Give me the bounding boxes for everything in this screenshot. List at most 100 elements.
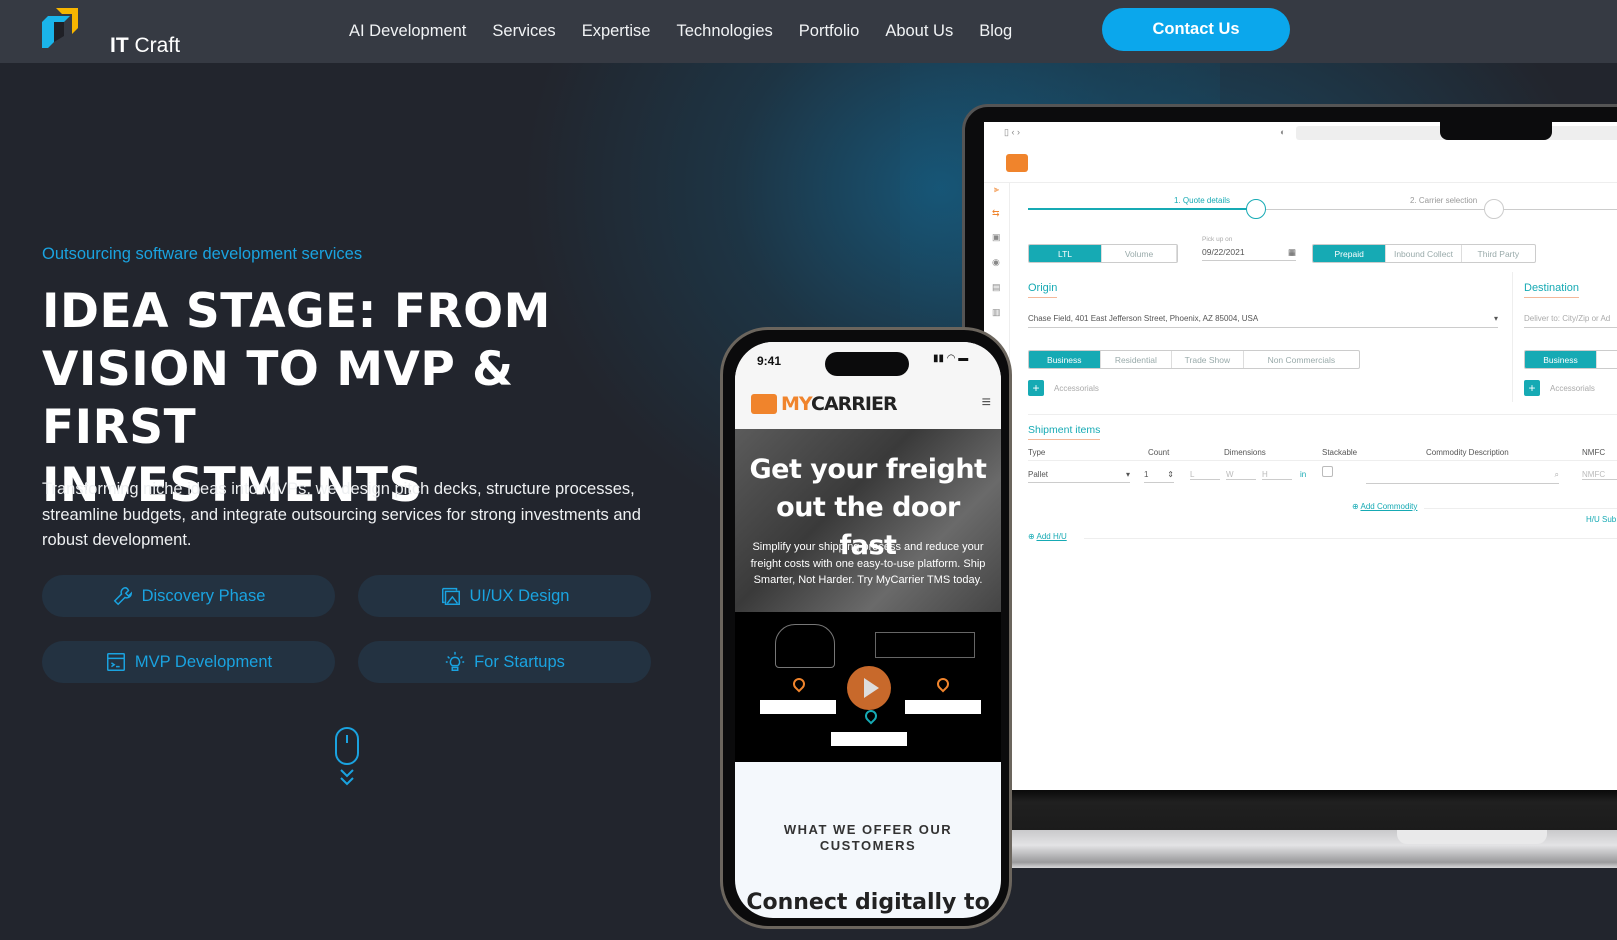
offer-heading: WHAT WE OFFER OUR CUSTOMERS (783, 822, 953, 853)
people-illustration (775, 624, 835, 668)
calendar-icon: ▦ (1287, 247, 1296, 257)
terminal-window-icon (106, 653, 125, 671)
nmfc-input[interactable]: NMFC (1582, 470, 1617, 480)
truck-graphic (831, 732, 907, 746)
hero-eyebrow: Outsourcing software development service… (42, 245, 363, 263)
truck-graphic (760, 700, 836, 714)
add-hu-button[interactable]: ⊕ Add H/U (1028, 532, 1067, 541)
origin-location-type: Business Residential Trade Show Non Comm… (1028, 350, 1360, 369)
play-button[interactable] (847, 666, 891, 710)
accessorials-label: Accessorials (1550, 384, 1595, 393)
column-header: NMFC (1582, 448, 1606, 457)
type-select[interactable]: Pallet ▾ (1028, 470, 1130, 483)
document-icon[interactable]: ▥ (992, 307, 1001, 318)
column-header: Commodity Description (1426, 448, 1509, 457)
inbound-collect-option[interactable]: Inbound Collect (1386, 245, 1462, 262)
laptop-notch (1440, 120, 1552, 140)
width-input[interactable]: W (1226, 470, 1256, 480)
column-header: Dimensions (1224, 448, 1266, 457)
pill-label: MVP Development (134, 652, 273, 671)
logo-mark-icon (42, 8, 78, 48)
pickup-date-input[interactable]: 09/22/2021 ▦ (1202, 247, 1296, 261)
signal-wifi-battery-icon: ▮▮ ◠ ▬ (933, 353, 969, 364)
nav-blog[interactable]: Blog (979, 22, 1012, 41)
ui-ux-design-button[interactable]: UI/UX Design (358, 575, 651, 617)
status-bar: 9:41 ▮▮ ◠ ▬ (735, 342, 1001, 382)
mycarrier-header: MYCARRIER ≡ (735, 382, 1001, 429)
unit-label: in (1300, 470, 1307, 479)
video-thumbnail[interactable] (735, 612, 1001, 762)
height-input[interactable]: H (1262, 470, 1292, 480)
site-header: IT Craft AI Development Services Experti… (0, 0, 1617, 63)
ltl-option[interactable]: LTL (1029, 245, 1103, 262)
destination-input[interactable]: Deliver to: City/Zip or Ad (1524, 314, 1617, 328)
destination-heading: Destination (1524, 282, 1580, 298)
phone-mockup: 9:41 ▮▮ ◠ ▬ MYCARRIER ≡ Get your freight… (720, 327, 1012, 929)
origin-address-select[interactable]: Chase Field, 401 East Jefferson Street, … (1028, 314, 1498, 328)
truck-icon (1484, 199, 1504, 219)
add-accessorial-button[interactable]: + (1028, 380, 1044, 396)
pill-label: UI/UX Design (469, 586, 570, 605)
pin-icon (934, 675, 952, 693)
hu-subtotal: H/U Sub (1586, 515, 1617, 524)
step-carrier-selection[interactable]: 2. Carrier selection (1410, 196, 1477, 205)
pin-icon (790, 675, 808, 693)
volume-option[interactable]: Volume (1102, 245, 1177, 262)
pill-label: For Startups (474, 652, 565, 671)
image-gallery-icon (441, 587, 460, 605)
pickup-label: Pick up on (1202, 236, 1233, 243)
expand-icon[interactable]: ⫸ (994, 184, 999, 195)
mycarrier-logo[interactable]: MYCARRIER (781, 393, 898, 415)
trade-show-option[interactable]: Trade Show (1172, 351, 1244, 368)
mvp-development-button[interactable]: MVP Development (42, 641, 335, 683)
residential-option[interactable]: Residential (1101, 351, 1173, 368)
business-option[interactable]: Business (1029, 351, 1101, 368)
non-commercials-select[interactable]: Non Commercials (1244, 351, 1359, 368)
laptop-screen: ▯ ‹ › ◐ ⫸ ⇆ ▣ ◉ ▤ ▥ 1. Quote details 2. … (984, 122, 1617, 792)
logo[interactable]: IT Craft (42, 8, 180, 57)
add-accessorial-button[interactable]: + (1524, 380, 1540, 396)
stackable-checkbox[interactable] (1322, 466, 1333, 477)
add-commodity-button[interactable]: ⊕ Add Commodity (1352, 502, 1417, 511)
prepaid-option[interactable]: Prepaid (1313, 245, 1387, 262)
nav-services[interactable]: Services (492, 22, 555, 41)
hamburger-menu-icon[interactable]: ≡ (982, 394, 991, 412)
routes-icon[interactable]: ⇆ (992, 208, 1000, 219)
nav-technologies[interactable]: Technologies (676, 22, 772, 41)
hero-description: Transforming niche ideas into MVPs, we d… (42, 480, 641, 549)
logo-text: IT Craft (110, 34, 181, 57)
nav-expertise[interactable]: Expertise (582, 22, 651, 41)
mode-toggle: LTL Volume (1028, 244, 1178, 263)
business-option[interactable]: Business (1525, 351, 1597, 368)
nav-portfolio[interactable]: Portfolio (799, 22, 860, 41)
length-input[interactable]: L (1190, 470, 1220, 480)
third-party-option[interactable]: Third Party (1462, 245, 1535, 262)
chart-icon[interactable]: ▤ (992, 282, 1001, 293)
laptop-mockup: ▯ ‹ › ◐ ⫸ ⇆ ▣ ◉ ▤ ▥ 1. Quote details 2. … (962, 104, 1617, 868)
count-stepper[interactable]: 1 ⇕ (1144, 470, 1174, 483)
play-icon (864, 678, 879, 698)
truck-logo-icon (751, 394, 777, 414)
lightbulb-icon (445, 651, 465, 671)
origin-heading: Origin (1028, 282, 1058, 298)
discovery-phase-button[interactable]: Discovery Phase (42, 575, 335, 617)
nav-ai-development[interactable]: AI Development (349, 22, 466, 41)
location-icon[interactable]: ◉ (992, 257, 1000, 268)
mouse-scroll-icon[interactable] (333, 726, 361, 792)
contact-us-button[interactable]: Contact Us (1102, 8, 1290, 51)
phone-screen: 9:41 ▮▮ ◠ ▬ MYCARRIER ≡ Get your freight… (735, 342, 1001, 918)
laptop-base (962, 790, 1617, 868)
step-quote-details[interactable]: 1. Quote details (1174, 196, 1230, 205)
column-header: Type (1028, 448, 1046, 457)
truck-graphic (905, 700, 981, 714)
dynamic-island (825, 352, 909, 376)
pin-icon (862, 707, 880, 725)
commodity-search-input[interactable]: ⌕ (1366, 470, 1559, 484)
nav-about-us[interactable]: About Us (885, 22, 953, 41)
phone-body-text: Simplify your shipping process and reduc… (750, 541, 986, 586)
for-startups-button[interactable]: For Startups (358, 641, 651, 683)
status-time: 9:41 (757, 354, 782, 368)
pill-label: Discovery Phase (141, 586, 266, 605)
shipment-items-heading: Shipment items (1028, 424, 1101, 440)
save-icon[interactable]: ▣ (992, 232, 1001, 243)
